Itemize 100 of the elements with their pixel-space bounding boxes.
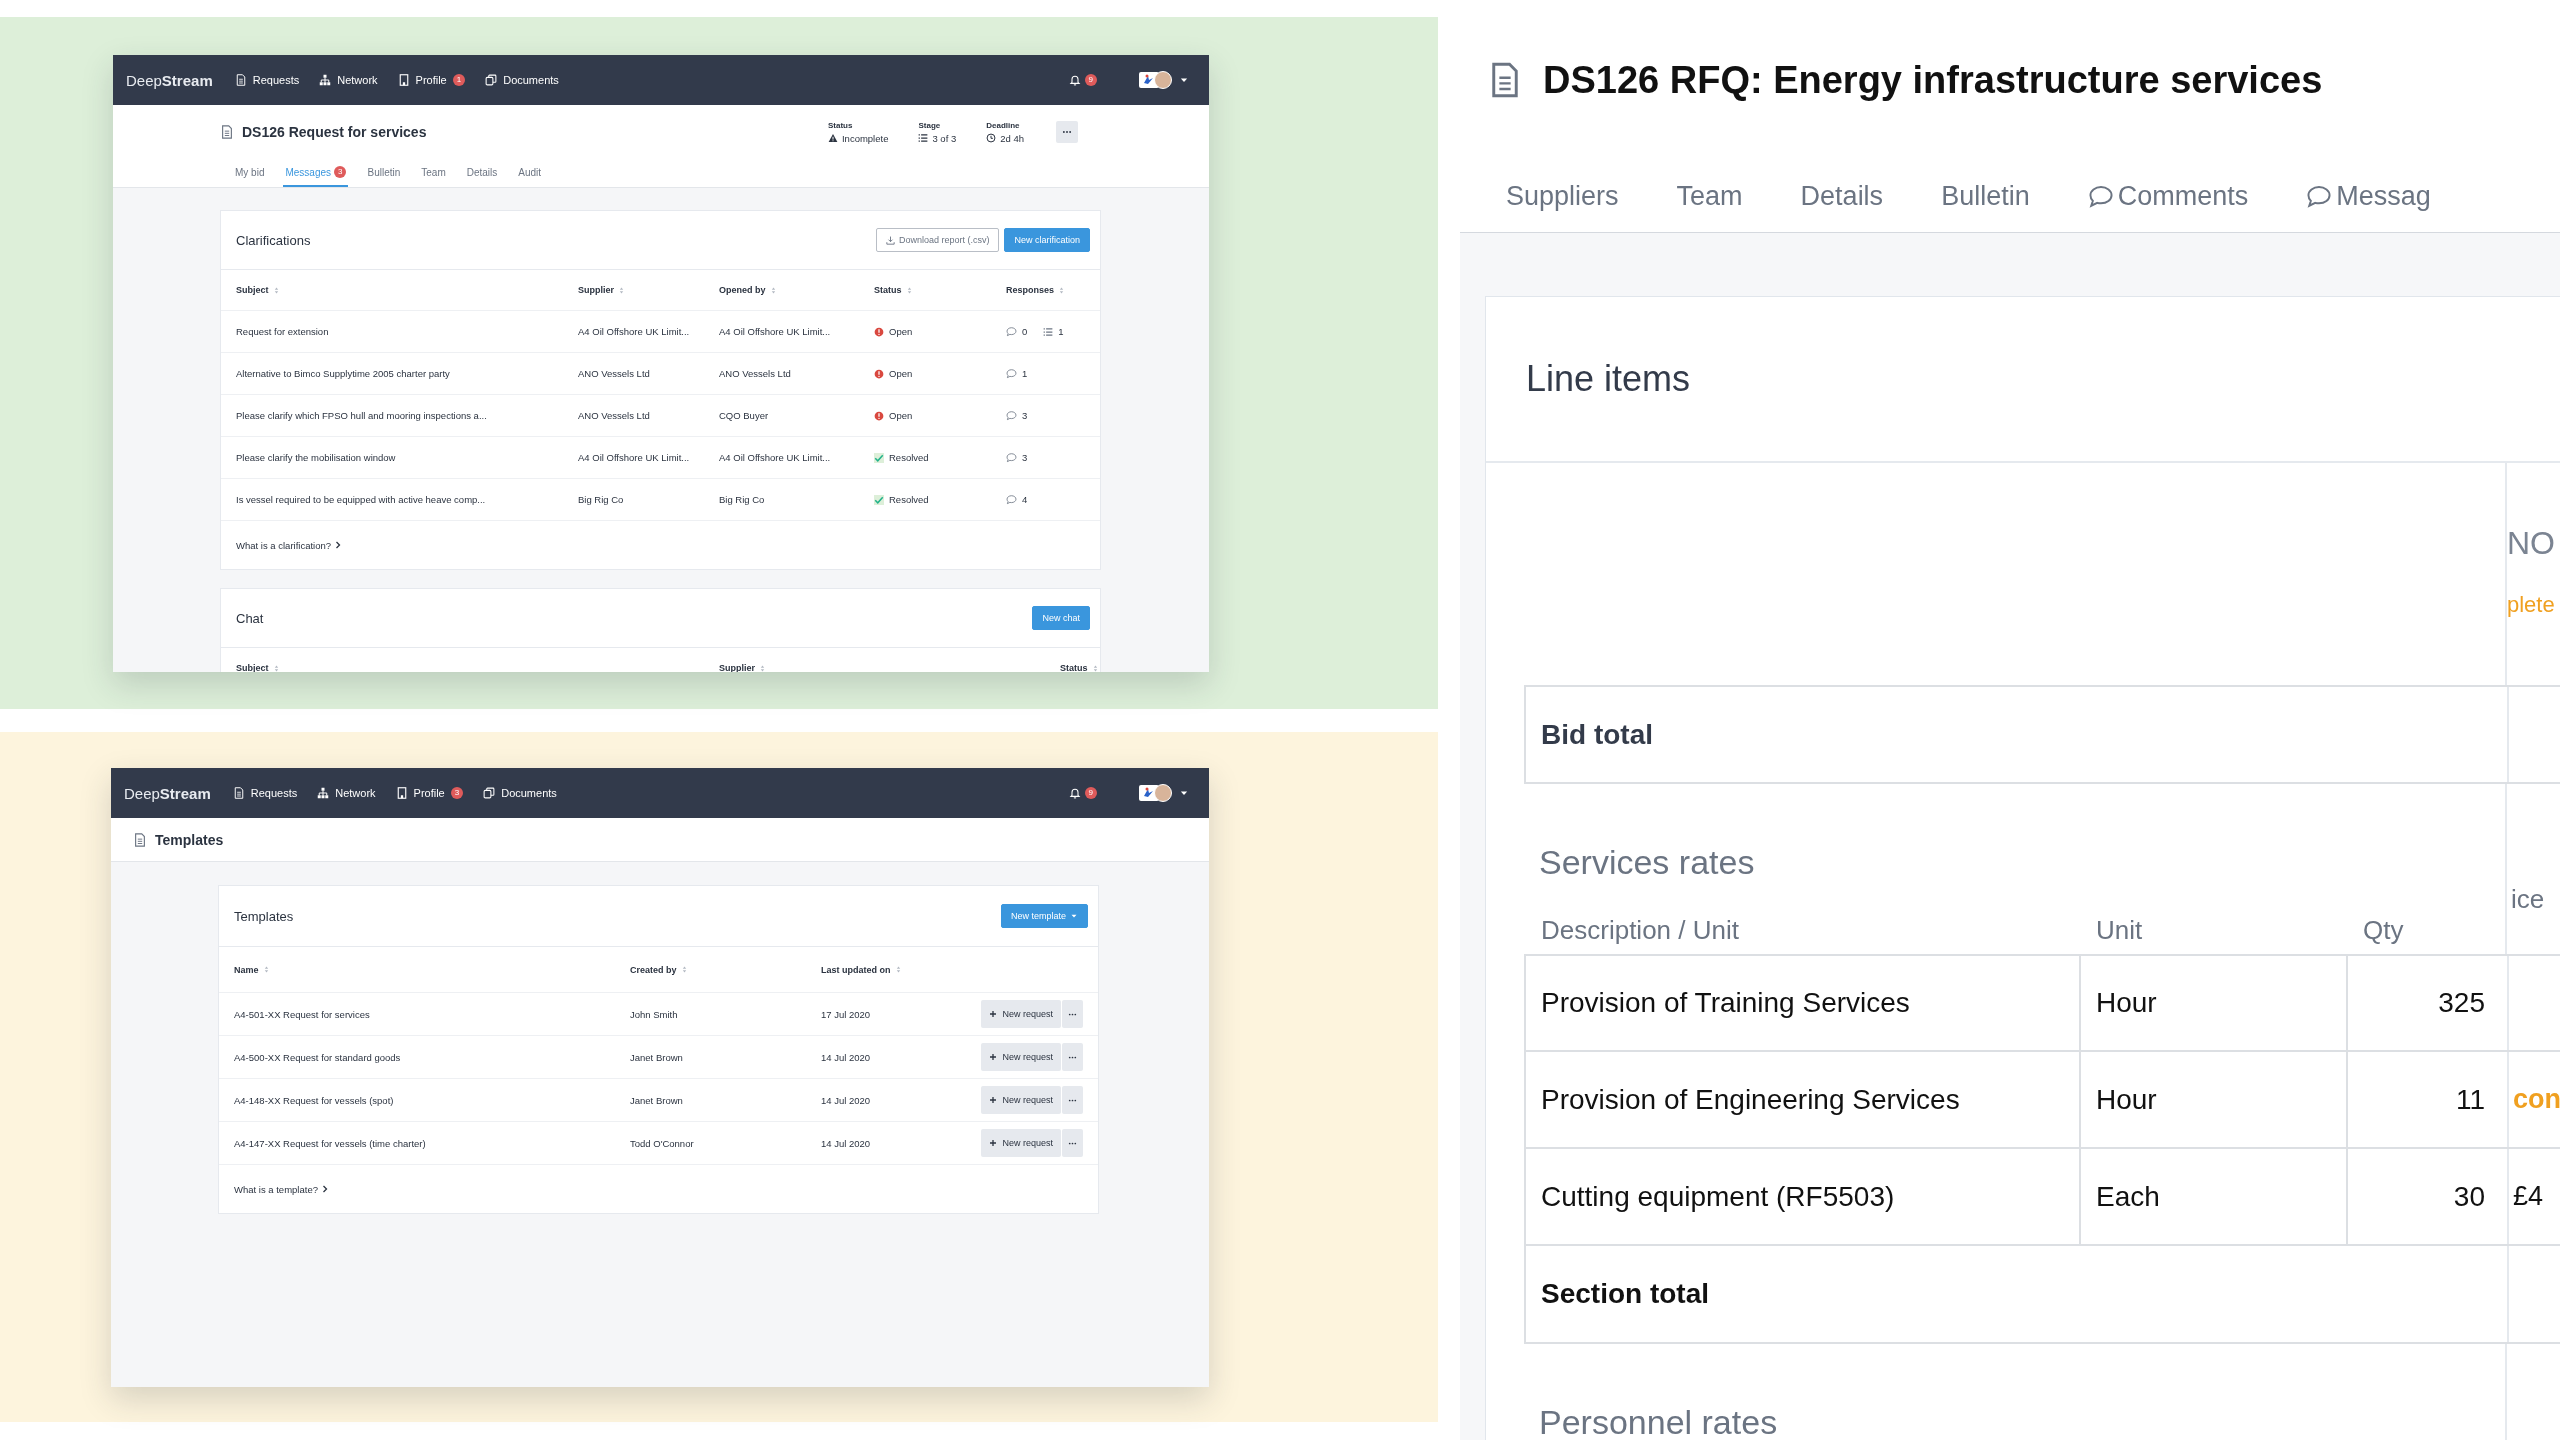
- new-chat-button[interactable]: New chat: [1032, 606, 1090, 630]
- meta-value: Incomplete: [841, 132, 889, 144]
- tab[interactable]: Team: [419, 159, 448, 187]
- download-icon: [885, 235, 895, 245]
- sort-icon: [617, 285, 626, 295]
- tab[interactable]: Details: [1800, 180, 1884, 220]
- status-text: Open: [889, 368, 913, 379]
- new-request-button[interactable]: New request: [981, 1129, 1061, 1157]
- column-header: Qty: [2362, 915, 2405, 947]
- nav-link[interactable]: Requests: [234, 74, 300, 86]
- tab[interactable]: My bid: [233, 159, 267, 187]
- app-logo[interactable]: DeepStream: [126, 71, 213, 89]
- section-title: Personnel rates: [1538, 1403, 1779, 1440]
- tab[interactable]: Comments: [2087, 180, 2249, 220]
- document-icon: [133, 832, 147, 847]
- new-template-button[interactable]: New template: [1000, 904, 1088, 928]
- comment-icon: [1006, 494, 1017, 505]
- plus-icon: [989, 1139, 998, 1147]
- table-cell-text: A4-148-XX Request for vessels (spot): [234, 1094, 395, 1106]
- building-icon: [395, 787, 408, 799]
- nav-link[interactable]: Documents: [483, 787, 557, 799]
- column-header: Subject: [236, 285, 269, 295]
- column-header: ice: [2505, 884, 2560, 954]
- nav-link[interactable]: Network: [319, 74, 378, 86]
- response-count: 4: [1022, 494, 1028, 505]
- new-clarification-button[interactable]: New clarification: [1004, 228, 1090, 252]
- comment-icon: [1006, 326, 1017, 337]
- avatar-icon: [1139, 71, 1173, 89]
- alert-icon: [874, 410, 884, 421]
- clock-icon: [986, 133, 997, 144]
- table-cell-text: Alternative to Bimco Supplytime 2005 charter party: [236, 368, 451, 379]
- column-header: Supplier: [719, 663, 755, 672]
- nav-link[interactable]: Profile 1: [397, 74, 466, 86]
- column-header: Subject: [236, 663, 269, 672]
- bid-total-label: Bid total: [1540, 718, 1654, 751]
- help-link[interactable]: What is a template?: [234, 1183, 318, 1195]
- download-button[interactable]: Download report (.csv): [875, 228, 1000, 252]
- tab[interactable]: Audit: [516, 159, 544, 187]
- app-logo[interactable]: DeepStream: [124, 784, 211, 802]
- table-cell-text: ANO Vessels Ltd: [578, 410, 651, 421]
- new-request-button[interactable]: New request: [981, 1043, 1061, 1071]
- tab[interactable]: Details: [464, 159, 500, 187]
- table-cell-text: 14 Jul 2020: [821, 1094, 872, 1106]
- nav-link[interactable]: Requests: [232, 787, 298, 799]
- new-request-button[interactable]: New request: [981, 1086, 1061, 1114]
- table-cell: Hour: [2081, 956, 2348, 1050]
- card-title: Chat: [236, 610, 264, 626]
- table-cell-text: 30: [2452, 1179, 2486, 1214]
- table-cell: Each: [2081, 1149, 2348, 1244]
- table-cell-text: 11: [2454, 1082, 2486, 1117]
- sitemap-icon: [317, 787, 330, 799]
- table-cell: Provision of Training Services: [1526, 956, 2081, 1050]
- notifications-button[interactable]: 9: [1068, 787, 1097, 799]
- tab[interactable]: Messag: [2306, 180, 2431, 220]
- table-cell-text: A4 Oil Offshore UK Limit...: [719, 326, 832, 337]
- nav-link[interactable]: Network: [317, 787, 376, 799]
- column-header: Last updated on: [821, 964, 891, 975]
- building-icon: [397, 74, 410, 86]
- copy-icon: [483, 787, 496, 799]
- more-button[interactable]: [1056, 121, 1078, 144]
- status-text: Resolved: [889, 452, 929, 463]
- response-count: 0: [1022, 326, 1028, 337]
- column-header: Status: [1060, 663, 1088, 672]
- new-request-button[interactable]: New request: [981, 1000, 1061, 1028]
- comment-icon: [1006, 410, 1017, 421]
- warning-icon: [827, 133, 838, 144]
- column-header: Opened by: [719, 285, 766, 295]
- section-title: Services rates: [1538, 843, 1756, 883]
- section-total-label: Section total: [1540, 1278, 1710, 1310]
- bell-icon: [1068, 787, 1081, 799]
- nav-link[interactable]: Profile 3: [395, 787, 464, 799]
- status-note: plete: [2507, 592, 2556, 618]
- column-header: Responses: [1006, 285, 1055, 295]
- document-icon: [220, 125, 234, 140]
- table-cell-text: Please clarify the mobilisation window: [236, 452, 397, 463]
- table-cell-text: John Smith: [630, 1008, 679, 1020]
- count-badge: 9: [1084, 787, 1097, 799]
- nav-link[interactable]: Documents: [485, 74, 559, 86]
- meta-label: Status: [827, 120, 854, 130]
- document-icon: [234, 74, 247, 86]
- count-badge: 1: [452, 74, 466, 86]
- table-cell-text: Request for extension: [236, 326, 330, 337]
- caret-icon: [1070, 912, 1078, 920]
- column-header: Status: [874, 285, 902, 295]
- tab[interactable]: Bulletin: [365, 159, 403, 187]
- document-icon: [232, 787, 245, 799]
- plus-icon: [989, 1096, 998, 1104]
- table-cell: Cutting equipment (RF5503): [1526, 1149, 2081, 1244]
- comment-icon: [2087, 183, 2114, 209]
- account-menu-button[interactable]: [1139, 71, 1189, 89]
- notifications-button[interactable]: 9: [1068, 74, 1097, 86]
- tab[interactable]: Bulletin: [1941, 180, 2030, 220]
- tab[interactable]: Team: [1676, 180, 1743, 220]
- tab[interactable]: Messages 3: [283, 159, 349, 187]
- account-menu-button[interactable]: [1139, 784, 1189, 802]
- table-cell: Provision of Engineering Services: [1526, 1052, 2081, 1147]
- help-link[interactable]: What is a clarification?: [236, 539, 332, 551]
- tab[interactable]: Suppliers: [1506, 180, 1619, 220]
- item-count: 1: [1058, 326, 1064, 337]
- comment-icon: [1006, 368, 1017, 379]
